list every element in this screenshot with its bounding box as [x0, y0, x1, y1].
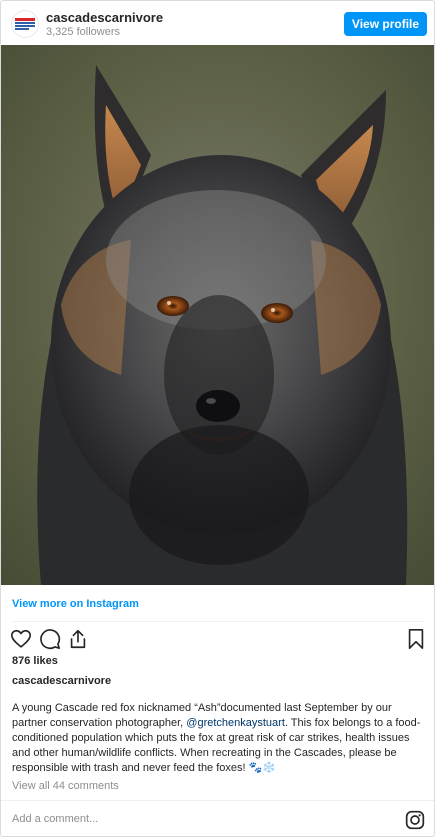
divider — [12, 621, 425, 622]
view-more-link[interactable]: View more on Instagram — [12, 598, 139, 610]
divider — [1, 800, 434, 801]
follower-count: 3,325 followers — [46, 26, 120, 38]
comment-icon[interactable] — [39, 628, 61, 650]
share-icon[interactable] — [67, 628, 89, 650]
bookmark-icon[interactable] — [405, 628, 427, 650]
avatar[interactable] — [11, 10, 39, 38]
fox-photo — [1, 45, 434, 585]
post-caption: A young Cascade red fox nicknamed “Ash”d… — [12, 701, 428, 776]
view-profile-button[interactable]: View profile — [344, 12, 427, 36]
post-photo[interactable] — [1, 45, 434, 585]
instagram-embed-card: cascadescarnivore 3,325 followers View p… — [0, 0, 435, 837]
cascades-carnivore-logo-icon — [11, 10, 39, 38]
instagram-icon[interactable] — [405, 810, 425, 830]
post-header: cascadescarnivore 3,325 followers View p… — [1, 1, 434, 45]
caption-username[interactable]: cascadescarnivore — [12, 675, 111, 687]
like-count[interactable]: 876 likes — [12, 655, 58, 667]
action-bar — [1, 628, 434, 650]
username[interactable]: cascadescarnivore — [46, 10, 163, 25]
heart-icon[interactable] — [10, 628, 32, 650]
add-comment-input[interactable]: Add a comment... — [12, 813, 98, 825]
view-comments-link[interactable]: View all 44 comments — [12, 780, 119, 792]
mention-link[interactable]: @gretchenkaystuart — [186, 717, 285, 729]
